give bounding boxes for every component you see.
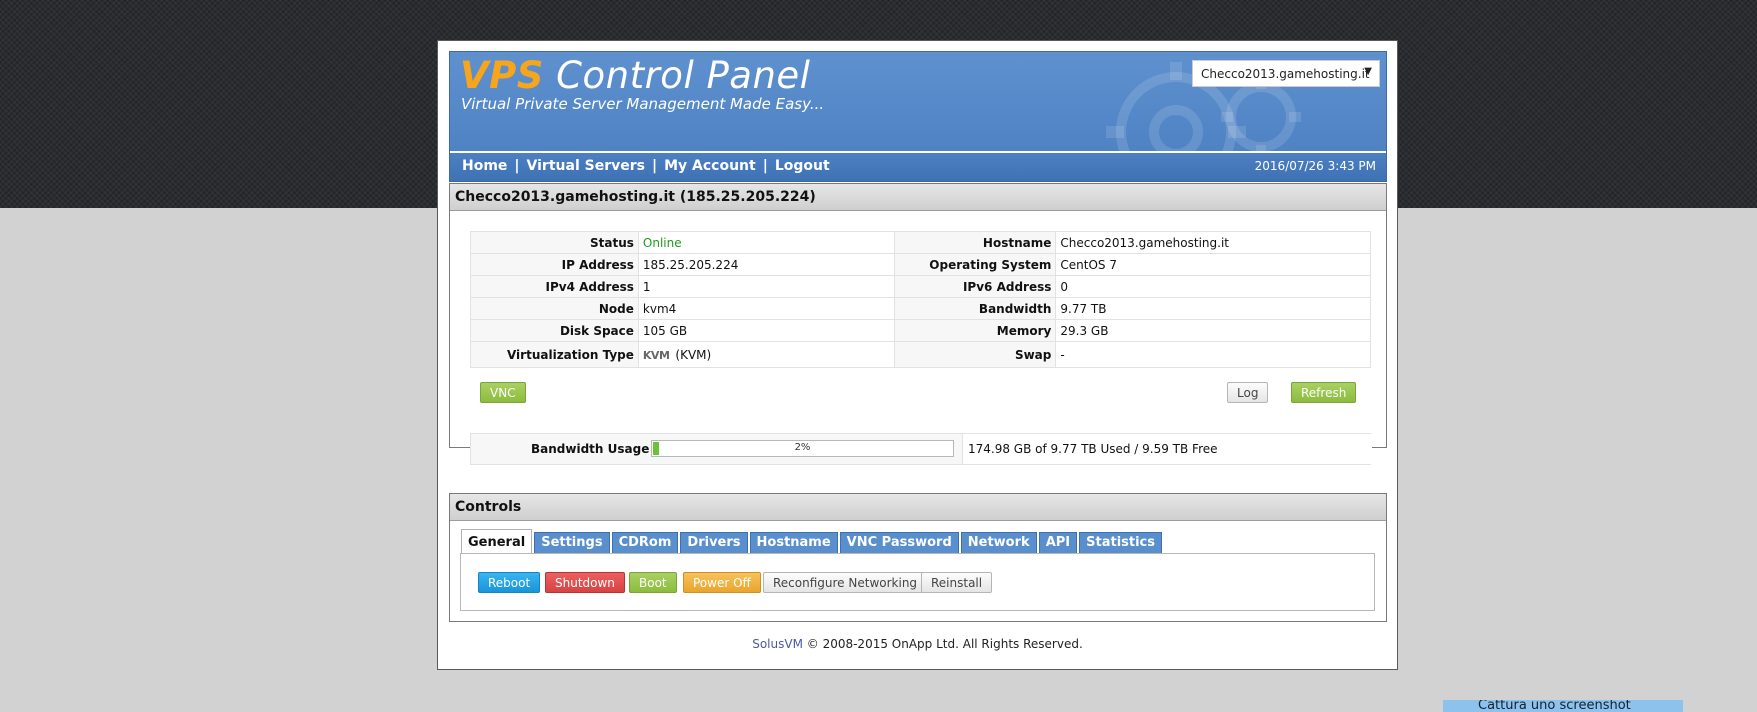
table-row: Node kvm4 Bandwidth 9.77 TB — [470, 297, 1371, 320]
log-button[interactable]: Log — [1227, 382, 1269, 403]
tab-drivers[interactable]: Drivers — [680, 532, 748, 554]
tab-settings[interactable]: Settings — [534, 532, 610, 554]
refresh-button[interactable]: Refresh — [1291, 382, 1357, 403]
field-label: IPv6 Address — [894, 275, 1057, 298]
bandwidth-usage-row: Bandwidth Usage 2% 174.98 GB of 9.77 TB … — [470, 433, 1372, 465]
field-value: 185.25.205.224 — [637, 253, 896, 276]
boot-button[interactable]: Boot — [629, 572, 677, 593]
vnc-button[interactable]: VNC — [480, 382, 526, 403]
field-label: Disk Space — [470, 319, 639, 342]
tab-vnc-password[interactable]: VNC Password — [839, 532, 959, 554]
table-row: Status Online Hostname Checco2013.gamehosti… — [470, 231, 1371, 254]
field-label: Swap — [894, 341, 1057, 368]
field-label: IP Address — [470, 253, 639, 276]
field-value: 0 — [1055, 275, 1371, 298]
field-label: Hostname — [894, 231, 1057, 254]
chevron-down-icon: ▼ — [1364, 66, 1372, 77]
field-value: 29.3 GB — [1055, 319, 1371, 342]
screenshot-tooltip: Cattura uno screenshot — [1443, 700, 1683, 712]
server-info-panel: Checco2013.gamehosting.it (185.25.205.22… — [449, 183, 1387, 465]
nav-my-account[interactable]: My Account — [664, 158, 756, 174]
field-label: Virtualization Type — [470, 341, 639, 368]
field-value: - — [1055, 341, 1371, 368]
server-info-table: Status Online Hostname Checco2013.gamehosti… — [470, 231, 1371, 368]
field-value: kvm4 — [637, 297, 896, 320]
table-row: Virtualization Type KVM (KVM) Swap - — [470, 341, 1371, 368]
bandwidth-progress-bar: 2% — [651, 440, 954, 457]
kvm-logo-icon: KVM — [642, 348, 670, 362]
header-banner: VPS Control Panel Virtual Private Server… — [449, 51, 1387, 182]
nav-virtual-servers[interactable]: Virtual Servers — [527, 158, 645, 174]
nav-logout[interactable]: Logout — [775, 158, 830, 174]
field-value: KVM (KVM) — [637, 341, 896, 368]
tab-api[interactable]: API — [1038, 532, 1078, 554]
controls-title: Controls — [450, 494, 1386, 521]
nav-bar: Home | Virtual Servers | My Account | Logout 2… — [450, 151, 1386, 181]
power-off-button[interactable]: Power Off — [683, 572, 761, 593]
tab-hostname[interactable]: Hostname — [749, 532, 838, 554]
reconfigure-networking-button[interactable]: Reconfigure Networking — [763, 572, 928, 593]
shutdown-button[interactable]: Shutdown — [545, 572, 625, 593]
field-value: 9.77 TB — [1055, 297, 1371, 320]
bandwidth-usage-label: Bandwidth Usage — [531, 442, 650, 456]
tab-network[interactable]: Network — [960, 532, 1037, 554]
footer: SolusVM © 2008-2015 OnApp Ltd. All Right… — [752, 637, 1083, 651]
field-label: Operating System — [894, 253, 1057, 276]
logo: VPS Control Panel — [460, 54, 811, 97]
server-select[interactable]: Checco2013.gamehosting.it ▼ — [1192, 60, 1380, 87]
field-label: Node — [470, 297, 639, 320]
nav-home[interactable]: Home — [462, 158, 507, 174]
field-label: Status — [470, 231, 639, 254]
field-value: Checco2013.gamehosting.it — [1055, 231, 1371, 254]
server-panel-title: Checco2013.gamehosting.it (185.25.205.22… — [450, 184, 1386, 211]
field-value: CentOS 7 — [1055, 253, 1371, 276]
table-row: IPv4 Address 1 IPv6 Address 0 — [470, 275, 1371, 298]
nav-links: Home | Virtual Servers | My Account | Logout — [462, 158, 830, 174]
controls-panel: Controls General Settings CDRom Drivers Host… — [449, 493, 1387, 622]
control-panel-wrapper: VPS Control Panel Virtual Private Server… — [437, 40, 1398, 670]
controls-tabs: General Settings CDRom Drivers Hostname VNC P… — [461, 528, 1164, 555]
bandwidth-usage-text: 174.98 GB of 9.77 TB Used / 9.59 TB Free — [962, 434, 1372, 464]
field-value: 1 — [637, 275, 896, 298]
tab-cdrom[interactable]: CDRom — [611, 532, 679, 554]
table-row: Disk Space 105 GB Memory 29.3 GB — [470, 319, 1371, 342]
solusvm-link[interactable]: SolusVM — [752, 637, 803, 651]
field-value: Online — [637, 231, 896, 254]
tab-statistics[interactable]: Statistics — [1079, 532, 1162, 554]
field-value: 105 GB — [637, 319, 896, 342]
field-label: Bandwidth — [894, 297, 1057, 320]
field-label: IPv4 Address — [470, 275, 639, 298]
table-row: IP Address 185.25.205.224 Operating System… — [470, 253, 1371, 276]
datetime: 2016/07/26 3:43 PM — [1254, 159, 1376, 173]
reinstall-button[interactable]: Reinstall — [921, 572, 993, 593]
tagline: Virtual Private Server Management Made E… — [461, 95, 825, 113]
general-tab-content: Reboot Shutdown Boot Power Off Reconfigu… — [460, 553, 1375, 611]
bandwidth-percent: 2% — [794, 442, 811, 453]
reboot-button[interactable]: Reboot — [478, 572, 541, 593]
field-label: Memory — [894, 319, 1057, 342]
tab-general[interactable]: General — [461, 529, 533, 555]
